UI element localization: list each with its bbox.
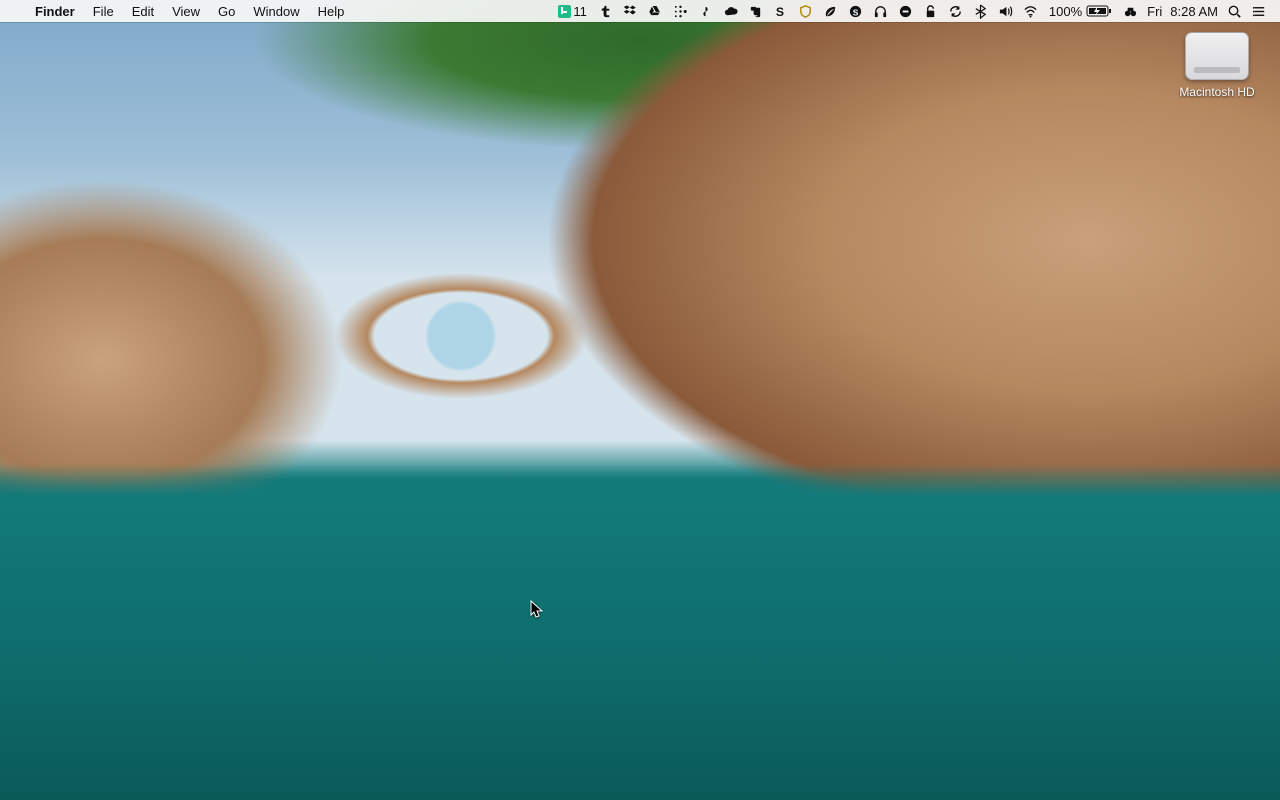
desktop-wallpaper[interactable]	[0, 0, 1280, 800]
svg-text:S: S	[853, 7, 859, 17]
dash-icon[interactable]	[893, 0, 918, 22]
leaf-icon[interactable]	[818, 0, 843, 22]
harddrive-icon	[1185, 32, 1249, 80]
fitbit-icon[interactable]	[668, 0, 693, 22]
shield-icon[interactable]	[793, 0, 818, 22]
menu-right: 11 S S 100% Fri 8:28 AM	[552, 0, 1272, 22]
bluetooth-icon[interactable]	[968, 0, 993, 22]
fan-icon[interactable]	[693, 0, 718, 22]
headphones-icon[interactable]	[868, 0, 893, 22]
dropbox-icon[interactable]	[618, 0, 643, 22]
desktop-icon-macintosh-hd[interactable]: Macintosh HD	[1172, 32, 1262, 100]
app-menu-finder[interactable]: Finder	[26, 0, 84, 22]
menu-go[interactable]: Go	[209, 0, 244, 22]
skype-icon[interactable]: S	[843, 0, 868, 22]
battery-status[interactable]: 100%	[1043, 0, 1118, 22]
sync-icon[interactable]	[943, 0, 968, 22]
menu-file[interactable]: File	[84, 0, 123, 22]
menu-bar: Finder File Edit View Go Window Help 11 …	[0, 0, 1280, 22]
clock-day[interactable]: Fri	[1143, 0, 1166, 22]
binoculars-icon[interactable]	[1118, 0, 1143, 22]
clock-time[interactable]: 8:28 AM	[1166, 0, 1222, 22]
todoist-count: 11	[573, 4, 587, 19]
cloud-icon[interactable]	[718, 0, 743, 22]
battery-percent: 100%	[1049, 4, 1082, 19]
menu-view[interactable]: View	[163, 0, 209, 22]
googledrive-icon[interactable]	[643, 0, 668, 22]
menu-edit[interactable]: Edit	[123, 0, 163, 22]
todoist-icon[interactable]: 11	[552, 0, 593, 22]
sublime-icon[interactable]: S	[768, 0, 793, 22]
svg-text:S: S	[776, 5, 784, 19]
menu-left: Finder File Edit View Go Window Help	[8, 0, 353, 22]
spotlight-icon[interactable]	[1222, 0, 1247, 22]
apple-menu[interactable]	[8, 0, 26, 22]
battery-icon	[1086, 5, 1112, 17]
evernote-icon[interactable]	[743, 0, 768, 22]
menu-window[interactable]: Window	[244, 0, 308, 22]
notification-center-icon[interactable]	[1247, 0, 1272, 22]
tumblr-icon[interactable]	[593, 0, 618, 22]
wifi-icon[interactable]	[1018, 0, 1043, 22]
todoist-glyph	[558, 5, 571, 18]
desktop-icon-label: Macintosh HD	[1174, 84, 1259, 100]
menu-help[interactable]: Help	[309, 0, 354, 22]
volume-icon[interactable]	[993, 0, 1018, 22]
lock-icon[interactable]	[918, 0, 943, 22]
